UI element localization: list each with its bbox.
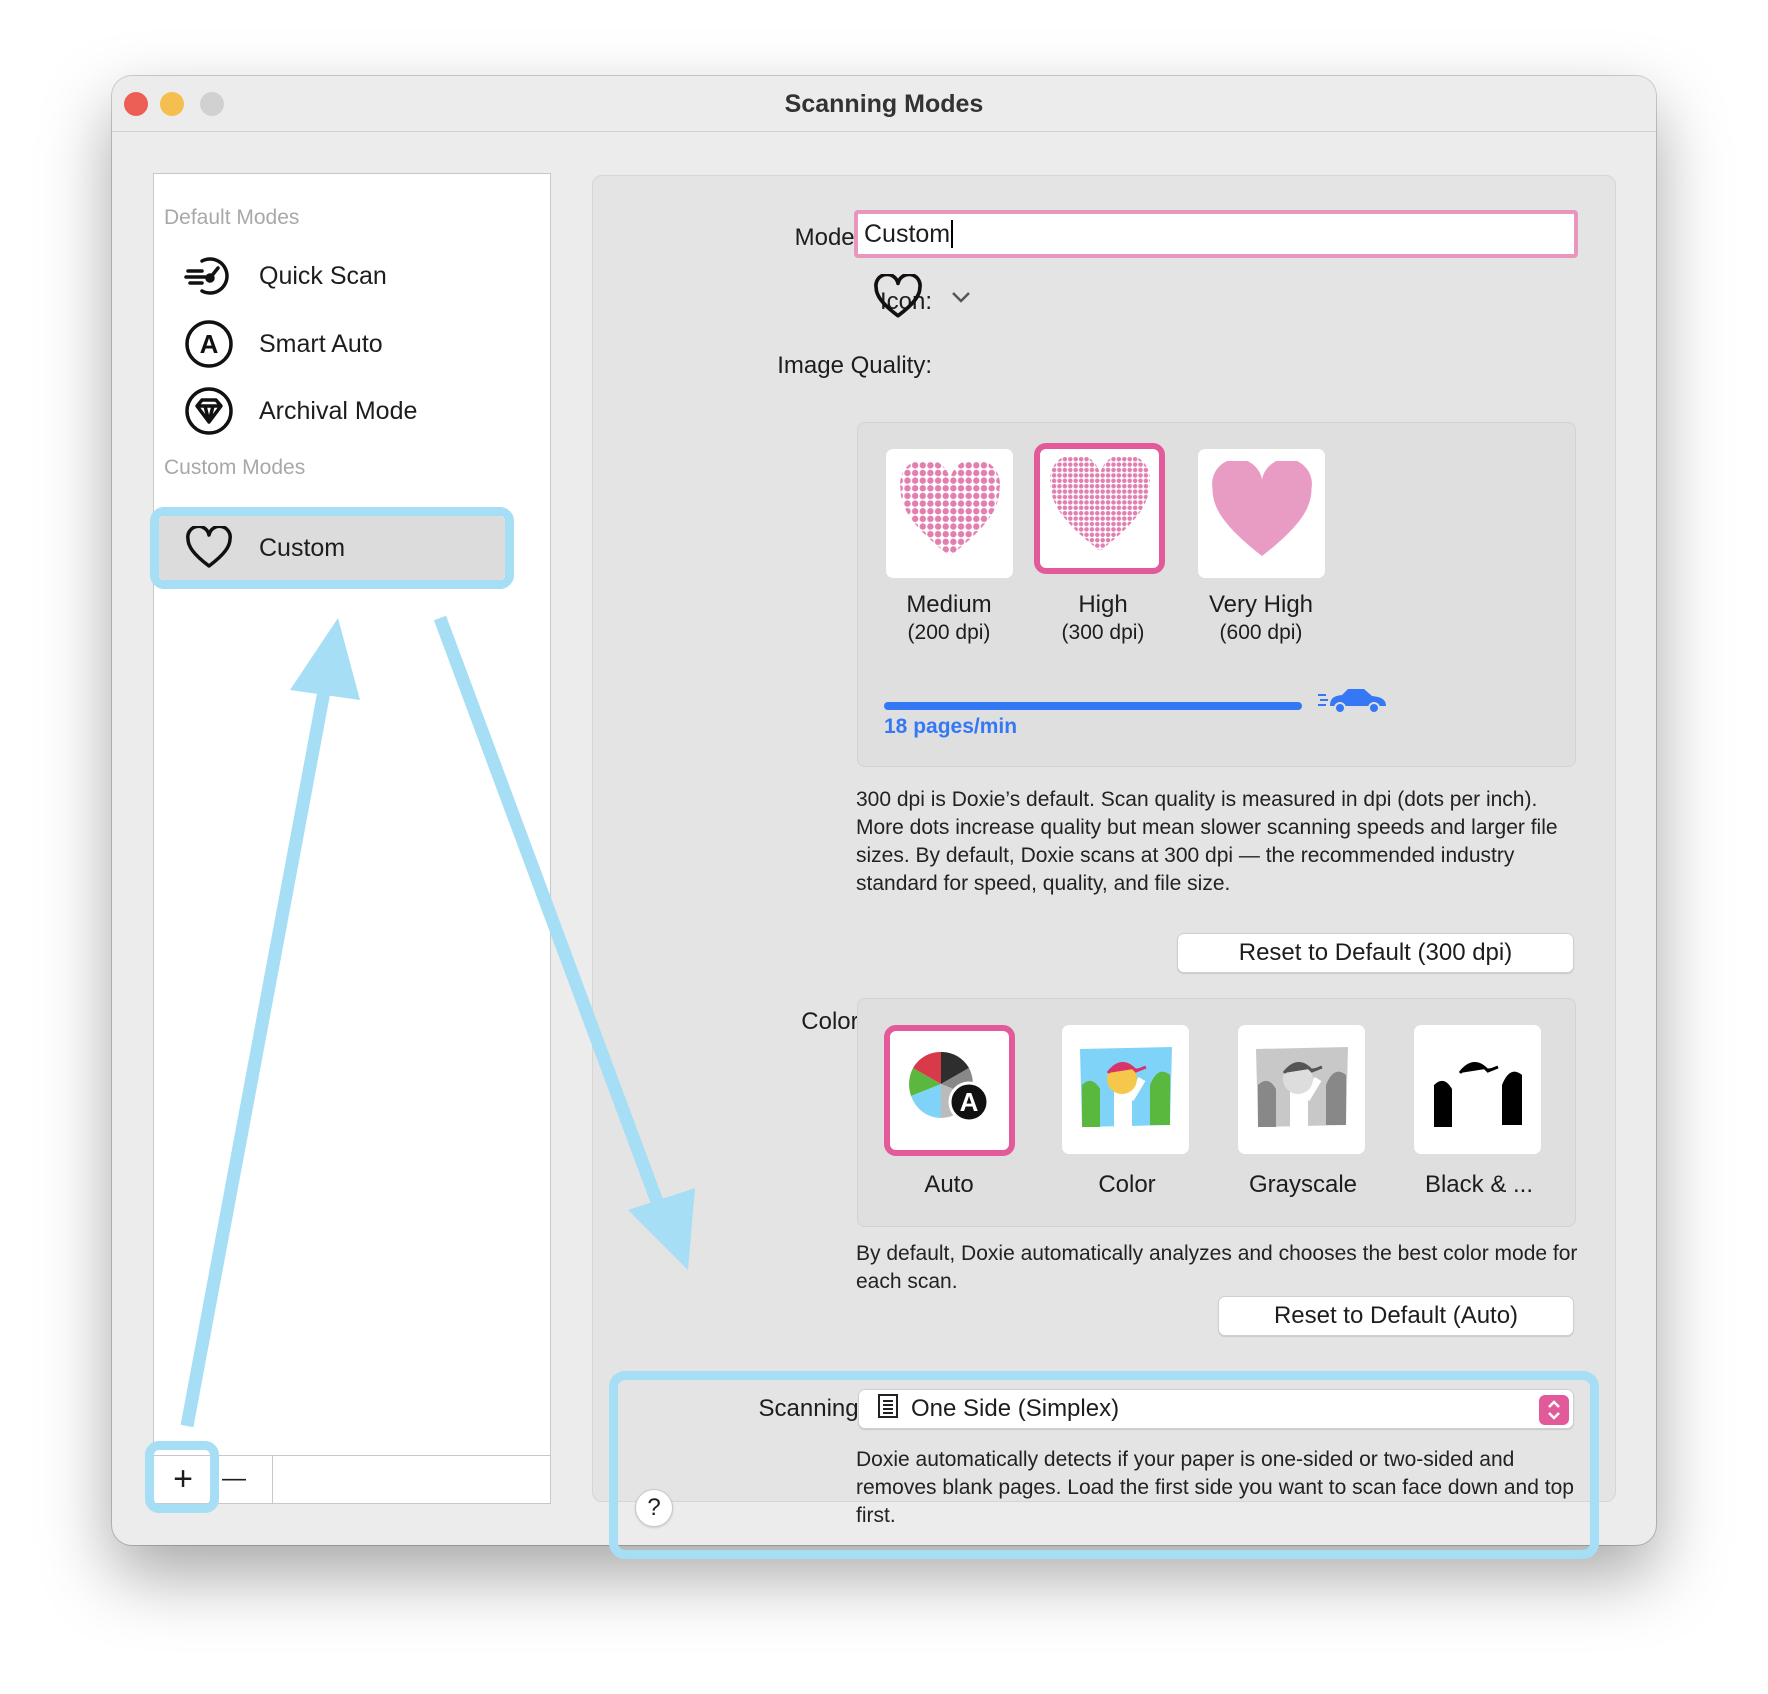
arrow-down-annotation bbox=[433, 615, 695, 1270]
arrow-annotations bbox=[180, 615, 695, 1428]
arrow-up-annotation bbox=[180, 618, 360, 1428]
